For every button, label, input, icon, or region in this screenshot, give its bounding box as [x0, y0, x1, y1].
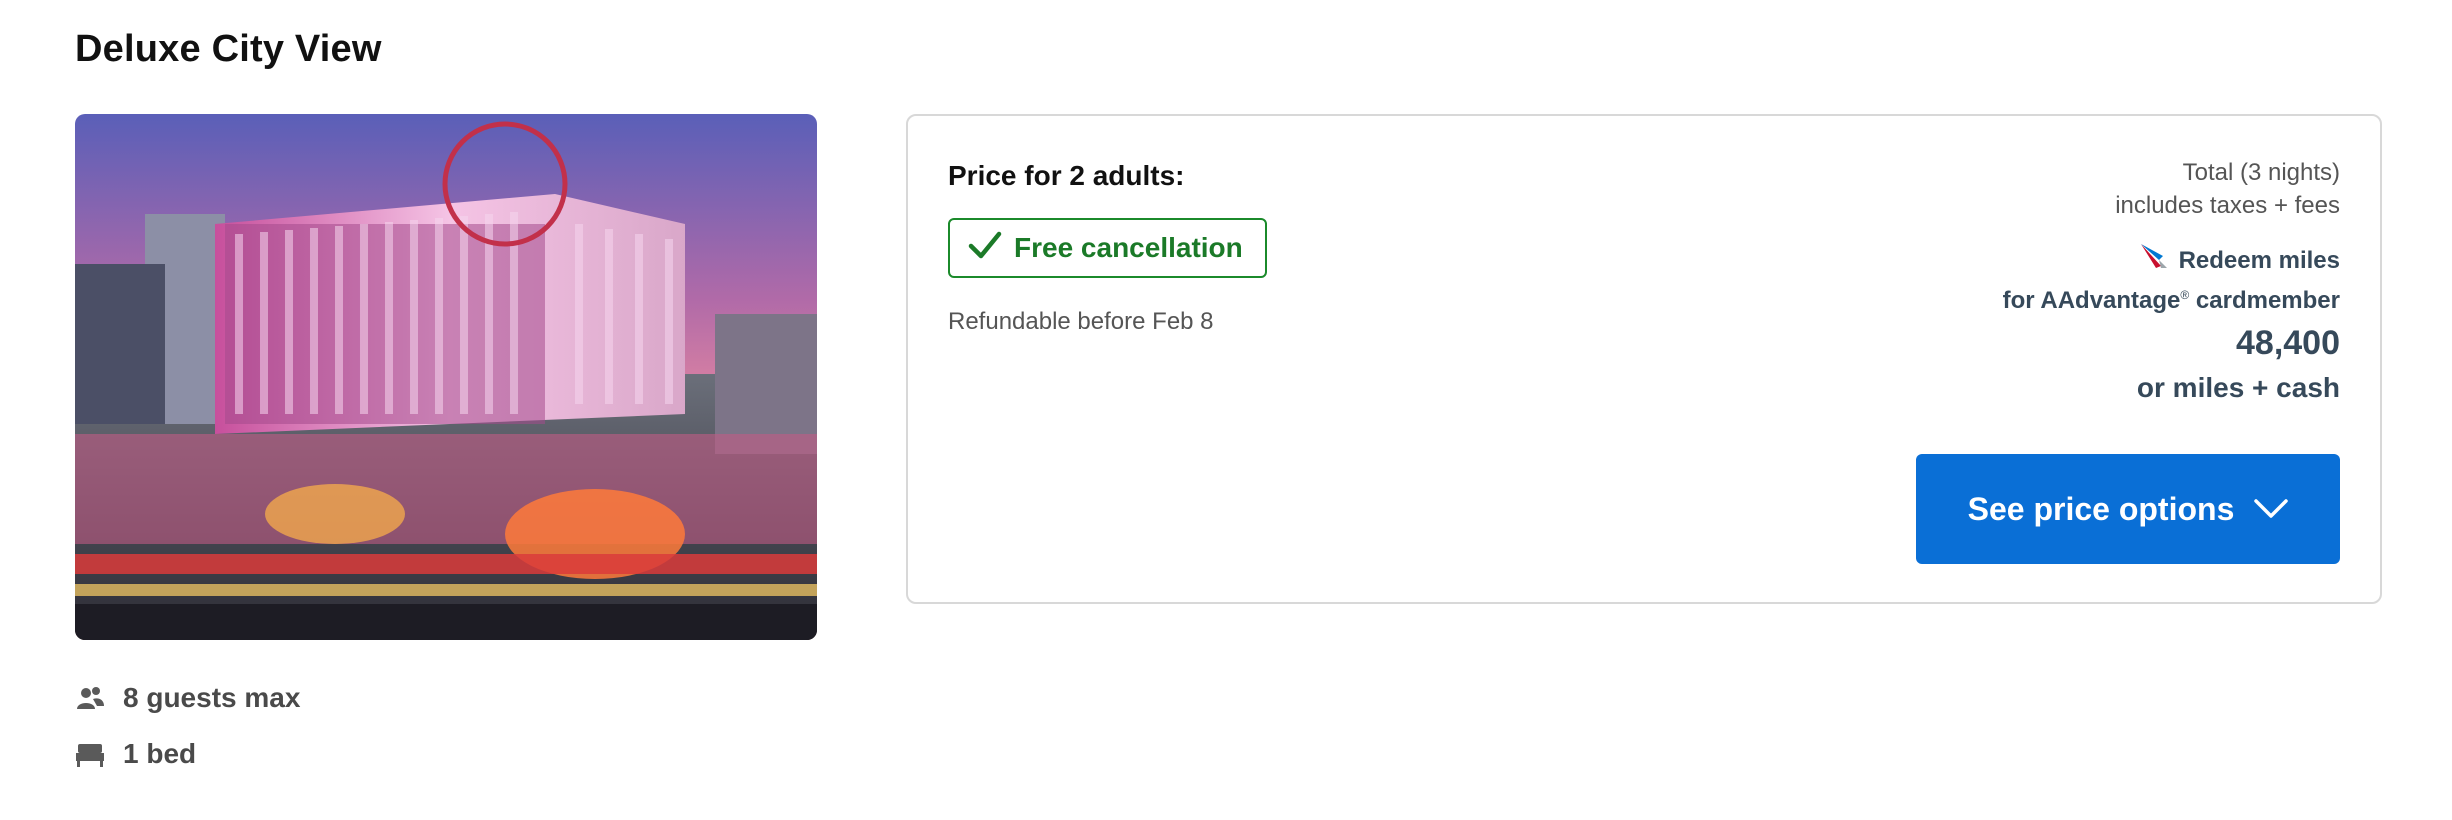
redeem-label: Redeem miles: [2178, 247, 2340, 274]
bed-icon: [75, 739, 105, 769]
guests-label: 8 guests max: [123, 682, 301, 713]
checkmark-icon: [968, 230, 1002, 267]
airline-logo-icon: [2139, 242, 2169, 279]
beds-feature: 1 bed: [75, 738, 196, 770]
cardmember-suffix: cardmember: [2189, 287, 2340, 314]
room-title: Deluxe City View: [75, 28, 382, 70]
redeem-block: Redeem miles for AAdvantage® cardmember: [2003, 242, 2340, 317]
cardmember-line: for AAdvantage® cardmember: [2003, 279, 2340, 317]
price-heading: Price for 2 adults:: [948, 160, 1185, 191]
registered-mark: ®: [2180, 288, 2190, 302]
guests-icon: [75, 683, 105, 713]
free-cancellation-badge: Free cancellation: [948, 218, 1267, 278]
miles-value: 48,400: [2236, 324, 2340, 362]
room-photo[interactable]: [75, 114, 817, 640]
see-price-options-button[interactable]: See price options: [1916, 454, 2340, 564]
total-block: Total (3 nights) includes taxes + fees: [2115, 156, 2340, 222]
taxes-label: includes taxes + fees: [2115, 192, 2340, 219]
hotel-photo-illustration: [75, 114, 817, 640]
see-price-options-label: See price options: [1967, 490, 2235, 527]
free-cancellation-label: Free cancellation: [1014, 232, 1243, 263]
refundable-text: Refundable before Feb 8: [948, 308, 1214, 335]
price-card: Price for 2 adults: Free cancellation Re…: [906, 114, 2382, 604]
cardmember-prefix: for AAdvantage: [2002, 287, 2181, 314]
redeem-line: Redeem miles: [2003, 242, 2340, 279]
miles-cash-label: or miles + cash: [2136, 372, 2340, 403]
guests-feature: 8 guests max: [75, 682, 300, 714]
beds-label: 1 bed: [123, 738, 197, 769]
chevron-down-icon: [2254, 491, 2289, 528]
total-label: Total (3 nights): [2182, 159, 2340, 186]
